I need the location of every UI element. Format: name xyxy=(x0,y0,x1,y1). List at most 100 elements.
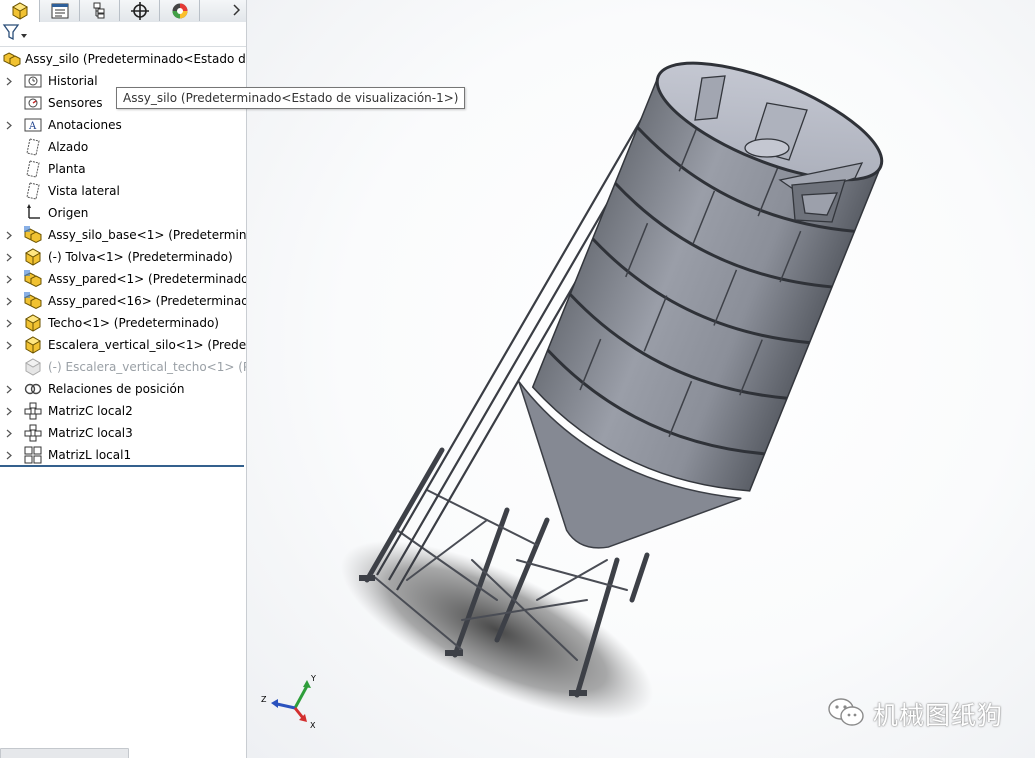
coordinate-triad: Y Z X xyxy=(261,674,316,730)
configurationmanager-tab[interactable] xyxy=(80,0,120,21)
part-icon xyxy=(24,314,42,332)
watermark: 机械图纸狗 xyxy=(827,694,1003,734)
tree-item-label: (-) Tolva<1> (Predeterminado) xyxy=(48,250,233,264)
tree-item[interactable]: (-) Tolva<1> (Predeterminado) xyxy=(0,246,246,268)
tree-item[interactable]: (-) Escalera_vertical_techo<1> (Predeter… xyxy=(0,356,246,378)
tree-item-label: Sensores xyxy=(48,96,103,110)
silo-body xyxy=(518,61,884,549)
tree-item-label: Historial xyxy=(48,74,98,88)
featuremanager-tab[interactable] xyxy=(0,0,40,22)
expand-arrow-icon[interactable] xyxy=(5,274,13,284)
expand-arrow-icon[interactable] xyxy=(5,296,13,306)
suppressed-part-icon xyxy=(24,358,42,376)
circular-pattern-icon xyxy=(24,424,42,442)
circular-pattern-icon xyxy=(24,402,42,420)
tree-item[interactable]: Alzado xyxy=(0,136,246,158)
origin-icon xyxy=(24,204,42,222)
plane-icon xyxy=(24,160,42,178)
panel-horizontal-scrollbar[interactable] xyxy=(0,748,129,758)
triad-y-axis xyxy=(293,685,309,709)
watermark-text: 机械图纸狗 xyxy=(873,701,1004,730)
wechat-logo-icon xyxy=(827,696,865,732)
tree-item-label: Assy_pared<1> (Predeterminado) xyxy=(48,272,246,286)
tree-item-label: MatrizC local3 xyxy=(48,426,133,440)
tree-item[interactable]: Vista lateral xyxy=(0,180,246,202)
tree-item-label: Escalera_vertical_silo<1> (Predeterminad… xyxy=(48,338,246,352)
chevron-right-icon xyxy=(232,1,241,20)
tree-item-label: Alzado xyxy=(48,140,89,154)
tree-item-label: Planta xyxy=(48,162,86,176)
tree-item[interactable]: MatrizC local3 xyxy=(0,422,246,444)
tree-item[interactable]: Assy_silo_base<1> (Predeterminado) xyxy=(0,224,246,246)
solidworks-window: Assy_silo (Predeterminado<Estado de visu… xyxy=(0,0,1035,758)
display-manager-icon xyxy=(171,2,189,20)
tree-item[interactable]: A Anotaciones xyxy=(0,114,246,136)
history-folder-icon xyxy=(24,72,42,90)
tree-root-label: Assy_silo (Predeterminado<Estado de visu… xyxy=(25,52,246,66)
expand-arrow-icon[interactable] xyxy=(5,406,13,416)
filter-icon xyxy=(2,23,28,45)
part-icon xyxy=(24,336,42,354)
triad-z-label: Z xyxy=(261,695,267,704)
tree-item[interactable]: Planta xyxy=(0,158,246,180)
tree-item[interactable]: MatrizC local2 xyxy=(0,400,246,422)
annotations-icon: A xyxy=(24,116,42,134)
triad-y-label: Y xyxy=(310,674,316,683)
tree-item[interactable]: Origen xyxy=(0,202,246,224)
plane-icon xyxy=(24,138,42,156)
triad-z-axis xyxy=(276,702,296,710)
expand-arrow-icon[interactable] xyxy=(5,428,13,438)
part-icon xyxy=(24,248,42,266)
mates-icon xyxy=(24,380,42,398)
svg-text:A: A xyxy=(28,121,37,132)
triad-x-axis xyxy=(293,707,305,719)
tree-item-label: (-) Escalera_vertical_techo<1> (Predeter… xyxy=(48,360,246,374)
silo-3d-model[interactable] xyxy=(247,0,1035,758)
tree-item-label: Assy_silo_base<1> (Predeterminado) xyxy=(48,228,246,242)
tree-item[interactable]: Escalera_vertical_silo<1> (Predeterminad… xyxy=(0,334,246,356)
propertymanager-icon xyxy=(51,3,69,19)
tree-item-label: Origen xyxy=(48,206,89,220)
expand-arrow-icon[interactable] xyxy=(5,450,13,460)
feature-manager-panel: Assy_silo (Predeterminado<Estado de visu… xyxy=(0,0,247,758)
tooltip: Assy_silo (Predeterminado<Estado de visu… xyxy=(116,87,466,109)
tabs-scroll-right-button[interactable] xyxy=(226,0,246,21)
plane-icon xyxy=(24,182,42,200)
subassembly-icon xyxy=(24,292,42,310)
sensors-icon xyxy=(24,94,42,112)
tree-item[interactable]: Assy_pared<16> (Predeterminado) xyxy=(0,290,246,312)
triad-x-label: X xyxy=(310,721,316,730)
expand-arrow-icon[interactable] xyxy=(5,120,13,130)
expand-arrow-icon[interactable] xyxy=(5,318,13,328)
tree-item-label: Vista lateral xyxy=(48,184,120,198)
dimxpert-tab[interactable] xyxy=(120,0,160,21)
assembly-icon xyxy=(3,50,21,68)
featuremanager-icon xyxy=(11,2,29,20)
subassembly-icon xyxy=(24,226,42,244)
dimxpert-icon xyxy=(130,1,149,20)
tree-item-label: Assy_pared<16> (Predeterminado) xyxy=(48,294,246,308)
tree-item[interactable]: MatrizL local1 xyxy=(0,444,246,466)
expand-arrow-icon[interactable] xyxy=(5,340,13,350)
subassembly-icon xyxy=(24,270,42,288)
expand-arrow-icon[interactable] xyxy=(5,252,13,262)
display-manager-tab[interactable] xyxy=(160,0,200,21)
tree-item[interactable]: Techo<1> (Predeterminado) xyxy=(0,312,246,334)
tree-item-label: Techo<1> (Predeterminado) xyxy=(48,316,219,330)
tree-root-assembly[interactable]: Assy_silo (Predeterminado<Estado de visu… xyxy=(0,48,246,70)
configurationmanager-icon xyxy=(92,2,108,20)
tree-item[interactable]: Assy_pared<1> (Predeterminado) xyxy=(0,268,246,290)
expand-arrow-icon[interactable] xyxy=(5,230,13,240)
tree-divider xyxy=(0,465,244,467)
manager-tabs xyxy=(0,0,246,23)
filter-bar xyxy=(0,22,246,47)
filter-button[interactable] xyxy=(2,24,30,44)
expand-arrow-icon[interactable] xyxy=(5,76,13,86)
graphics-viewport[interactable]: Y Z X 机械图纸狗 xyxy=(247,0,1035,758)
expand-arrow-icon[interactable] xyxy=(5,384,13,394)
propertymanager-tab[interactable] xyxy=(40,0,80,21)
tree-item-label: Anotaciones xyxy=(48,118,122,132)
linear-pattern-icon xyxy=(24,446,42,464)
tree-item-label: Relaciones de posición xyxy=(48,382,185,396)
tree-item[interactable]: Relaciones de posición xyxy=(0,378,246,400)
